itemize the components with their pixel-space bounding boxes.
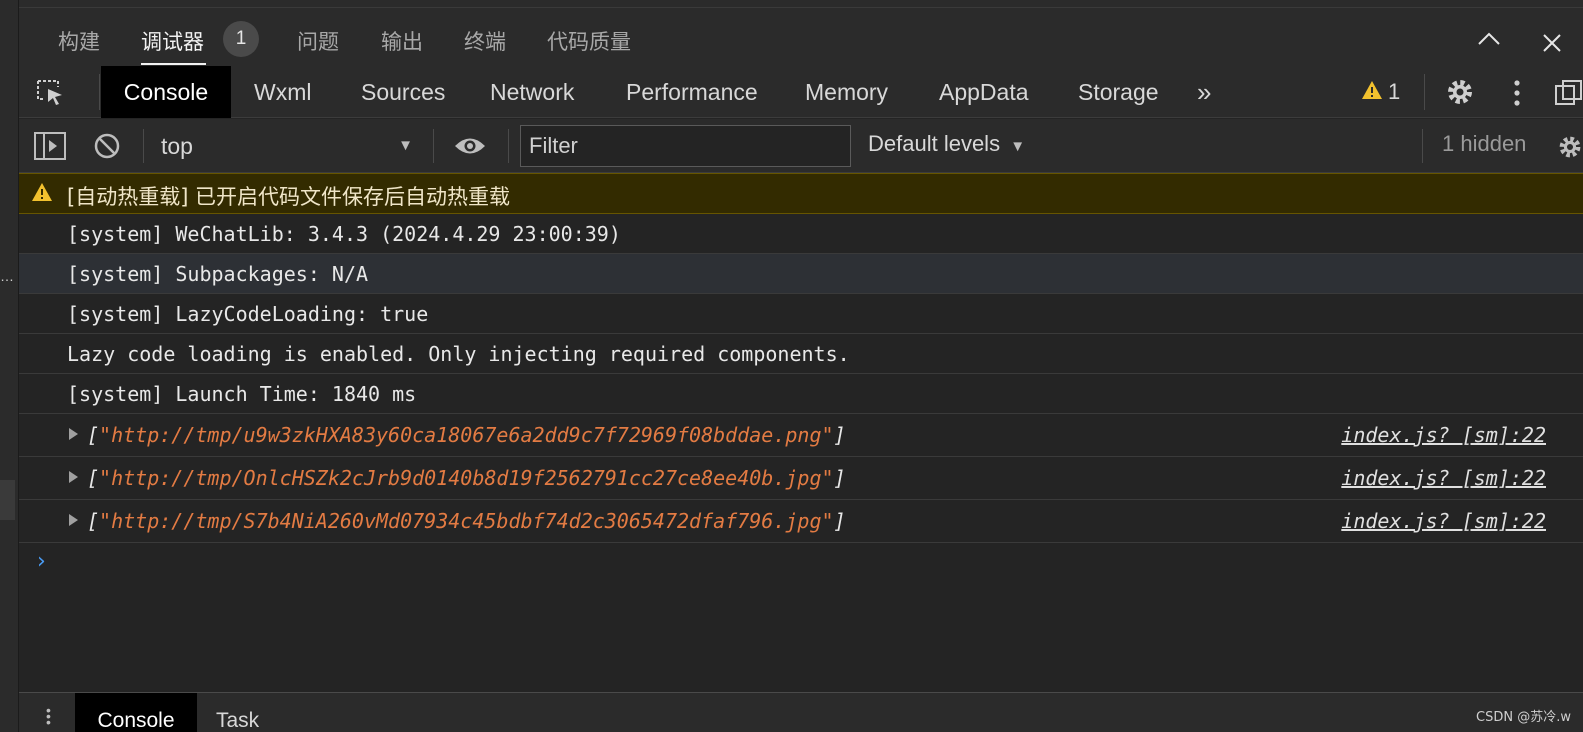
separator (1422, 129, 1423, 163)
more-tabs-icon[interactable]: » (1197, 66, 1211, 118)
close-icon[interactable] (1541, 32, 1563, 59)
tab-network[interactable]: Network (490, 66, 574, 118)
chevron-down-icon: ▼ (1010, 138, 1026, 155)
separator (143, 129, 144, 163)
source-link[interactable]: index.js? [sm]:22 (1341, 423, 1546, 447)
chevron-up-icon[interactable] (1477, 30, 1501, 51)
tab-problems[interactable]: 问题 (297, 26, 339, 56)
debugger-count-badge: 1 (223, 21, 259, 57)
console-toolbar: top ▼ Default levels ▼ 1 hidden (19, 119, 1583, 173)
drawer-menu-icon[interactable]: • • • (46, 703, 51, 729)
array-preview: ["http://tmp/OnlcHSZk2cJrb9d0140b8d19f25… (87, 466, 846, 490)
tab-code-quality[interactable]: 代码质量 (547, 26, 631, 56)
tab-sources[interactable]: Sources (361, 66, 445, 118)
tab-terminal[interactable]: 终端 (464, 26, 506, 56)
source-link[interactable]: index.js? [sm]:22 (1341, 466, 1546, 490)
array-url: "http://tmp/S7b4NiA260vMd07934c45bdbf74d… (99, 509, 834, 533)
warning-icon (31, 182, 53, 207)
source-link[interactable]: index.js? [sm]:22 (1341, 509, 1546, 533)
eye-icon[interactable] (453, 135, 487, 162)
separator (99, 74, 100, 110)
sidebar-toggle-icon[interactable] (34, 132, 66, 165)
console-prompt-icon[interactable]: › (37, 549, 46, 574)
clear-console-icon[interactable] (93, 132, 121, 165)
gutter-ellipsis-icon[interactable]: … (0, 268, 14, 284)
tab-debugger[interactable]: 调试器 (141, 26, 204, 56)
tab-memory[interactable]: Memory (805, 66, 888, 118)
separator (433, 129, 434, 163)
tab-console[interactable]: Console (101, 66, 231, 118)
console-messages: [自动热重载] 已开启代码文件保存后自动热重载 [system] WeChatL… (19, 173, 1583, 574)
warning-text: [自动热重载] 已开启代码文件保存后自动热重载 (67, 185, 511, 209)
array-preview: ["http://tmp/S7b4NiA260vMd07934c45bdbf74… (87, 509, 846, 533)
active-tab-underline (141, 63, 206, 65)
gutter-scroll-thumb[interactable] (0, 480, 15, 520)
tab-performance[interactable]: Performance (626, 66, 758, 118)
tab-storage[interactable]: Storage (1078, 66, 1159, 118)
console-array-message[interactable]: ["http://tmp/S7b4NiA260vMd07934c45bdbf74… (19, 500, 1583, 543)
tab-appdata[interactable]: AppData (939, 66, 1029, 118)
more-options-icon[interactable] (1512, 79, 1522, 112)
log-text: [system] Subpackages: N/A (67, 262, 369, 286)
console-log-message: [system] LazyCodeLoading: true (19, 294, 1583, 334)
left-gutter: … (0, 0, 19, 732)
log-text: Lazy code loading is enabled. Only injec… (67, 342, 850, 366)
context-value: top (161, 133, 193, 159)
context-select[interactable]: top ▼ (161, 128, 423, 164)
log-text: [system] LazyCodeLoading: true (67, 302, 429, 326)
console-array-message[interactable]: ["http://tmp/u9w3zkHXA83y60ca18067e6a2dd… (19, 414, 1583, 457)
tab-output[interactable]: 输出 (381, 26, 423, 56)
tab-build[interactable]: 构建 (58, 26, 100, 56)
dropdown-arrow-icon: ▼ (398, 137, 413, 154)
dock-side-icon[interactable] (1555, 80, 1583, 111)
array-url: "http://tmp/u9w3zkHXA83y60ca18067e6a2dd9… (99, 423, 834, 447)
top-strip (19, 0, 1583, 8)
expand-arrow-icon[interactable] (69, 428, 78, 440)
log-levels-dropdown[interactable]: Default levels ▼ (868, 131, 1025, 157)
array-preview: ["http://tmp/u9w3zkHXA83y60ca18067e6a2dd… (87, 423, 846, 447)
panel-tab-bar: 构建 调试器 1 问题 输出 终端 代码质量 (19, 8, 1583, 66)
console-settings-gear-icon[interactable] (1557, 134, 1583, 165)
console-log-message: Lazy code loading is enabled. Only injec… (19, 334, 1583, 374)
log-text: [system] WeChatLib: 3.4.3 (2024.4.29 23:… (67, 222, 621, 246)
debugger-panel: 构建 调试器 1 问题 输出 终端 代码质量 Console Wxml Sour… (19, 0, 1583, 732)
separator (508, 129, 509, 163)
warning-icon[interactable] (1361, 80, 1383, 105)
settings-gear-icon[interactable] (1445, 77, 1475, 112)
console-warning-message: [自动热重载] 已开启代码文件保存后自动热重载 (19, 173, 1583, 214)
drawer-tab-console[interactable]: Console (75, 693, 197, 732)
log-text: [system] Launch Time: 1840 ms (67, 382, 417, 406)
console-array-message[interactable]: ["http://tmp/OnlcHSZk2cJrb9d0140b8d19f25… (19, 457, 1583, 500)
filter-input[interactable] (520, 125, 851, 167)
array-url: "http://tmp/OnlcHSZk2cJrb9d0140b8d19f256… (99, 466, 834, 490)
expand-arrow-icon[interactable] (69, 514, 78, 526)
tab-wxml[interactable]: Wxml (254, 66, 311, 118)
element-picker-icon[interactable] (36, 79, 66, 112)
console-log-message: [system] Launch Time: 1840 ms (19, 374, 1583, 414)
drawer-tab-task[interactable]: Task (216, 693, 259, 732)
separator (1424, 74, 1425, 110)
bottom-drawer: • • • Console Task (19, 692, 1583, 732)
warning-count[interactable]: 1 (1388, 66, 1400, 118)
watermark: CSDN @苏冷.w (1476, 710, 1571, 725)
hidden-count: 1 hidden (1442, 131, 1527, 156)
console-log-message: [system] Subpackages: N/A (19, 254, 1583, 294)
console-log-message: [system] WeChatLib: 3.4.3 (2024.4.29 23:… (19, 214, 1583, 254)
log-levels-label: Default levels (868, 131, 1001, 156)
expand-arrow-icon[interactable] (69, 471, 78, 483)
devtools-tab-bar: Console Wxml Sources Network Performance… (19, 66, 1583, 118)
